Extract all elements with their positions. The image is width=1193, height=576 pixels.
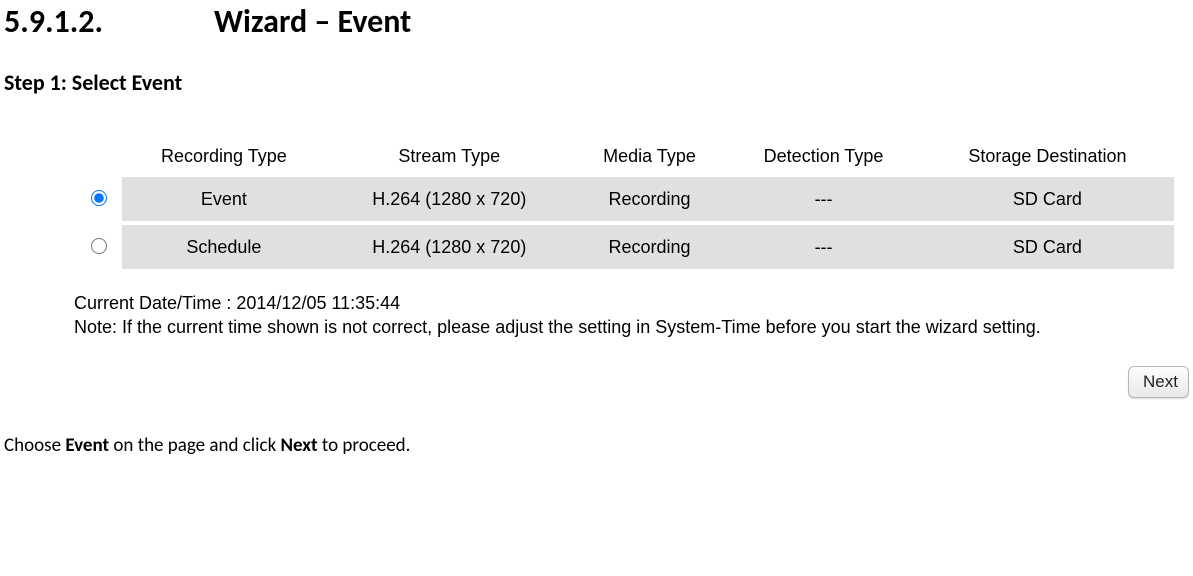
instruction-line: Choose Event on the page and click Next … xyxy=(4,434,1189,457)
current-datetime: Current Date/Time : 2014/12/05 11:35:44 xyxy=(74,291,1189,315)
col-media-type: Media Type xyxy=(573,136,726,177)
col-detection-type: Detection Type xyxy=(726,136,921,177)
step-heading: Step 1: Select Event xyxy=(4,69,1189,96)
cell-stream-type: H.264 (1280 x 720) xyxy=(326,225,573,269)
cell-media-type: Recording xyxy=(573,225,726,269)
cell-recording-type: Event xyxy=(122,177,326,221)
section-heading: 5.9.1.2.Wizard – Event xyxy=(4,2,1189,41)
col-stream-type: Stream Type xyxy=(326,136,573,177)
time-note: Note: If the current time shown is not c… xyxy=(74,315,1189,339)
cell-detection-type: --- xyxy=(726,225,921,269)
table-row: Schedule H.264 (1280 x 720) Recording --… xyxy=(74,225,1174,269)
cell-recording-type: Schedule xyxy=(122,225,326,269)
table-row: Event H.264 (1280 x 720) Recording --- S… xyxy=(74,177,1174,221)
next-button[interactable]: Next xyxy=(1128,366,1189,398)
cell-stream-type: H.264 (1280 x 720) xyxy=(326,177,573,221)
section-number: 5.9.1.2. xyxy=(4,2,214,41)
event-table: Recording Type Stream Type Media Type De… xyxy=(74,136,1174,269)
cell-media-type: Recording xyxy=(573,177,726,221)
cell-storage-dest: SD Card xyxy=(921,177,1174,221)
radio-event[interactable] xyxy=(91,190,107,206)
section-title: Wizard – Event xyxy=(214,2,411,41)
col-recording-type: Recording Type xyxy=(122,136,326,177)
col-storage-dest: Storage Destination xyxy=(921,136,1174,177)
cell-detection-type: --- xyxy=(726,177,921,221)
radio-schedule[interactable] xyxy=(91,238,107,254)
table-header-row: Recording Type Stream Type Media Type De… xyxy=(74,136,1174,177)
cell-storage-dest: SD Card xyxy=(921,225,1174,269)
